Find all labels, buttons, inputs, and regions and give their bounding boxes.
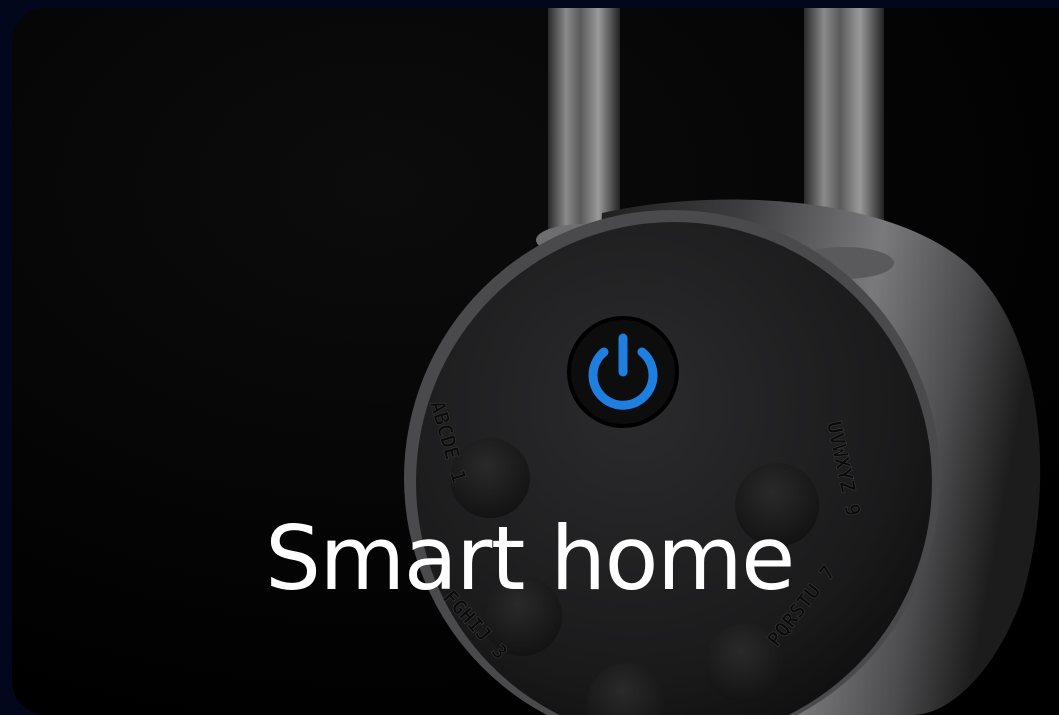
keypad-button [735,463,819,547]
power-icon [567,316,679,428]
padlock-image: ABCDE 1 FGHIJ 3 UVWXYZ 9 PQRSTU 7 [12,8,1059,715]
smart-home-card[interactable]: ABCDE 1 FGHIJ 3 UVWXYZ 9 PQRSTU 7 [12,8,1059,715]
